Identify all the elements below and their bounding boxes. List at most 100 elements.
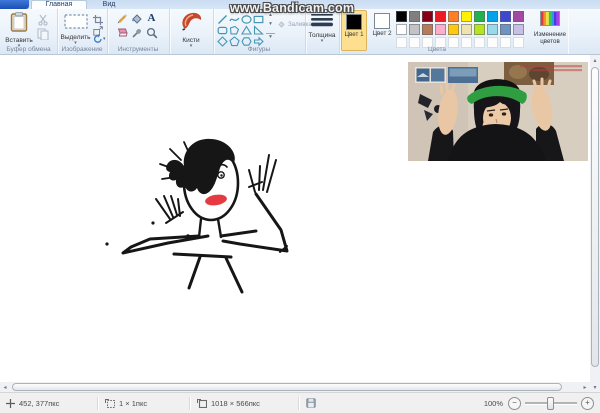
color1-button[interactable]: Цвет 1: [341, 10, 367, 51]
selection-size-icon: [105, 399, 115, 408]
shape-right-triangle-icon[interactable]: [253, 23, 264, 34]
scroll-right-button[interactable]: ▸: [580, 382, 590, 392]
palette-color-7f7f7f[interactable]: [409, 11, 420, 22]
group-clipboard: Вставить ▾ Буфер обмена: [0, 9, 58, 54]
palette-color-fff200[interactable]: [461, 11, 472, 22]
select-dropdown-icon: ▾: [60, 41, 91, 45]
size-dropdown-icon: ▾: [308, 39, 336, 43]
cursor-position-value: 452, 377пкс: [19, 399, 59, 408]
palette-color-ed1c24[interactable]: [435, 11, 446, 22]
shape-polygon-icon[interactable]: [229, 23, 240, 34]
scroll-left-button[interactable]: ◂: [0, 382, 10, 392]
magnifier-tool[interactable]: [145, 26, 158, 39]
horizontal-scrollbar-thumb[interactable]: [12, 383, 562, 391]
image-size-value: 1018 × 566пкс: [211, 399, 260, 408]
scroll-down-button[interactable]: ▾: [590, 382, 600, 392]
palette-empty-slot[interactable]: [500, 37, 511, 48]
scroll-up-button[interactable]: ▴: [590, 55, 600, 65]
palette-color-ffc90e[interactable]: [448, 24, 459, 35]
more-shapes-icon: ▾: [269, 34, 272, 40]
tab-home[interactable]: Главная: [31, 0, 87, 9]
palette-color-000000[interactable]: [396, 11, 407, 22]
zoom-slider-thumb[interactable]: [547, 397, 554, 410]
eraser-tool[interactable]: [115, 26, 128, 39]
shapes-scroll-down-button[interactable]: ▾: [266, 21, 275, 28]
edit-colors-button[interactable]: Изменение цветов: [529, 11, 571, 45]
paste-button[interactable]: Вставить ▾: [4, 11, 34, 47]
cursor-position-indicator: 452, 377пкс: [0, 399, 97, 408]
vertical-scrollbar-thumb[interactable]: [591, 67, 599, 367]
palette-empty-slot[interactable]: [487, 37, 498, 48]
cursor-position-icon: [6, 399, 15, 408]
palette-color-00a2e8[interactable]: [487, 11, 498, 22]
group-size: Толщина ▾: [305, 9, 340, 54]
palette-color-7092be[interactable]: [500, 24, 511, 35]
palette-color-c3c3c3[interactable]: [409, 24, 420, 35]
text-tool[interactable]: A: [145, 12, 158, 25]
palette-color-22b14c[interactable]: [474, 11, 485, 22]
pencil-tool[interactable]: [115, 12, 128, 25]
paint-window: Главная Вид Вставить ▾: [0, 0, 600, 413]
brush-icon: [178, 10, 204, 32]
edit-colors-icon: [540, 11, 560, 26]
scroll-left-icon: ◂: [3, 384, 6, 391]
brushes-button[interactable]: Кисти ▾: [174, 10, 208, 53]
text-tool-icon: A: [148, 13, 156, 24]
palette-color-ffffff[interactable]: [396, 24, 407, 35]
shape-right-arrow-icon[interactable]: [253, 34, 264, 45]
color2-button[interactable]: Цвет 2: [369, 10, 395, 51]
group-image-label: Изображение: [57, 46, 107, 53]
zoom-slider[interactable]: [525, 397, 577, 410]
select-button[interactable]: Выделить ▾: [60, 11, 91, 47]
shape-triangle-icon[interactable]: [241, 23, 252, 34]
tab-view[interactable]: Вид: [89, 0, 129, 9]
palette-color-a349a4[interactable]: [513, 11, 524, 22]
color-palette: [396, 11, 524, 48]
shapes-more-button[interactable]: ▾: [266, 33, 275, 40]
palette-color-ffaec9[interactable]: [435, 24, 446, 35]
shape-pentagon-icon[interactable]: [229, 34, 240, 45]
image-size-icon: [197, 399, 207, 408]
group-clipboard-label: Буфер обмена: [0, 46, 57, 53]
palette-color-efe4b0[interactable]: [461, 24, 472, 35]
copy-button[interactable]: [37, 27, 49, 45]
zoom-in-button[interactable]: +: [581, 397, 594, 410]
vertical-scrollbar[interactable]: ▴ ▾: [590, 55, 600, 392]
rotate-dropdown-icon: ▾: [103, 37, 106, 41]
size-button[interactable]: Толщина ▾: [308, 11, 336, 52]
shape-rounded-rectangle-icon[interactable]: [217, 23, 228, 34]
eyedropper-icon: [131, 27, 143, 39]
magnifier-icon: [146, 27, 158, 39]
palette-color-ff7f27[interactable]: [448, 11, 459, 22]
file-size-indicator: [300, 398, 322, 408]
zoom-out-button[interactable]: −: [508, 397, 521, 410]
fill-tool[interactable]: [130, 12, 143, 25]
bandicam-watermark: www.Bandicam.com: [219, 0, 365, 15]
select-rectangle-icon: [64, 14, 88, 29]
selection-size-value: 1 × 1пкс: [119, 399, 147, 408]
palette-color-3f48cc[interactable]: [500, 11, 511, 22]
webcam-video-frame: [408, 62, 588, 161]
shape-diamond-icon[interactable]: [217, 34, 228, 45]
palette-color-b5e61d[interactable]: [474, 24, 485, 35]
palette-color-b97a57[interactable]: [422, 24, 433, 35]
palette-color-880015[interactable]: [422, 11, 433, 22]
fill-style-icon: [277, 20, 286, 29]
ribbon: Вставить ▾ Буфер обмена: [0, 9, 600, 55]
palette-empty-slot[interactable]: [513, 37, 524, 48]
shape-hexagon-icon[interactable]: [241, 34, 252, 45]
palette-color-c8bfe7[interactable]: [513, 24, 524, 35]
rotate-button[interactable]: ▾: [93, 34, 106, 44]
group-shapes-label: Фигуры: [213, 46, 305, 53]
group-tools: A Инструменты: [107, 9, 170, 54]
eraser-icon: [115, 27, 128, 38]
horizontal-scrollbar[interactable]: ◂ ▸: [0, 382, 590, 392]
app-menu-button[interactable]: [0, 0, 29, 9]
tab-view-label: Вид: [103, 1, 116, 9]
color2-swatch: [374, 13, 390, 29]
palette-color-99d9ea[interactable]: [487, 24, 498, 35]
selection-size-indicator: 1 × 1пкс: [99, 399, 189, 408]
zoom-level-value: 100%: [484, 399, 503, 408]
scissors-icon: [37, 14, 49, 26]
color-picker-tool[interactable]: [130, 26, 143, 39]
